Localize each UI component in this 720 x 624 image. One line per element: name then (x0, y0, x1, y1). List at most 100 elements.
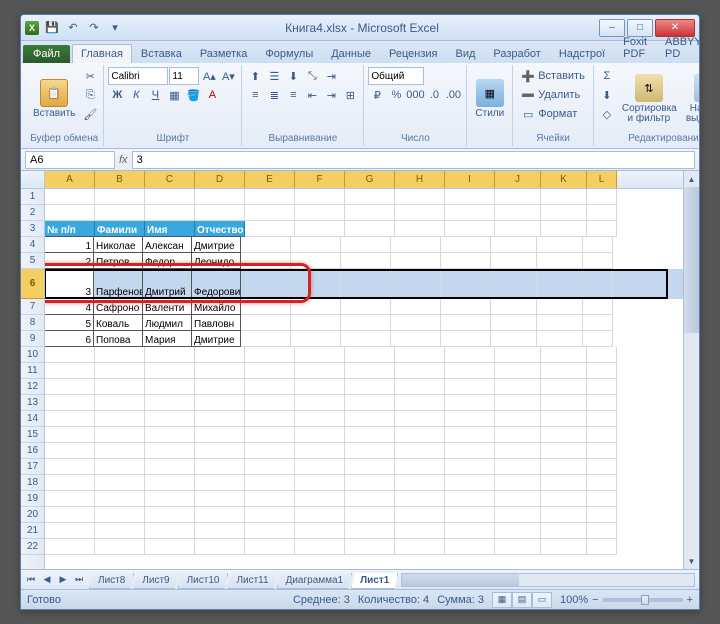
sheet-tab[interactable]: Лист8 (89, 573, 134, 589)
row-header[interactable]: 11 (21, 363, 44, 379)
cell[interactable] (445, 507, 495, 523)
cell[interactable] (583, 253, 613, 269)
cell[interactable]: Фамили (95, 221, 145, 237)
cell[interactable] (45, 523, 95, 539)
cell[interactable] (445, 491, 495, 507)
cell[interactable] (241, 315, 291, 331)
cell[interactable] (541, 347, 587, 363)
redo-icon[interactable]: ↷ (84, 18, 104, 38)
cell[interactable]: Отчество (195, 221, 245, 237)
cell[interactable] (95, 523, 145, 539)
cell[interactable]: Павловн (191, 314, 241, 331)
row-header[interactable]: 3 (21, 221, 44, 237)
cell[interactable] (345, 411, 395, 427)
cell[interactable] (587, 221, 617, 237)
cell[interactable]: Николае (93, 236, 143, 253)
formula-bar[interactable]: 3 (132, 151, 695, 169)
cell[interactable] (445, 475, 495, 491)
cell[interactable] (445, 443, 495, 459)
col-header[interactable]: A (45, 171, 95, 188)
cell[interactable] (45, 363, 95, 379)
cell[interactable] (45, 443, 95, 459)
cell[interactable] (495, 491, 541, 507)
cell[interactable] (95, 539, 145, 555)
cell[interactable] (491, 237, 537, 253)
horizontal-scrollbar[interactable] (401, 573, 695, 587)
cell[interactable] (345, 221, 395, 237)
cell[interactable] (295, 379, 345, 395)
insert-cells-button[interactable]: ➕Вставить (517, 67, 589, 85)
cell[interactable] (245, 347, 295, 363)
undo-icon[interactable]: ↶ (63, 18, 83, 38)
sheet-tab[interactable]: Лист11 (227, 573, 277, 589)
cell[interactable] (445, 427, 495, 443)
cell[interactable] (195, 459, 245, 475)
cell[interactable] (345, 427, 395, 443)
save-icon[interactable]: 💾 (42, 18, 62, 38)
cell[interactable] (295, 475, 345, 491)
cell[interactable] (541, 395, 587, 411)
cell[interactable] (441, 331, 491, 347)
cell[interactable]: Имя (145, 221, 195, 237)
cell[interactable] (391, 269, 441, 299)
cell[interactable] (537, 315, 583, 331)
cell[interactable] (445, 523, 495, 539)
cell[interactable] (391, 237, 441, 253)
cell[interactable] (295, 189, 345, 205)
col-header[interactable]: D (195, 171, 245, 188)
cell[interactable] (495, 459, 541, 475)
cell[interactable] (291, 331, 341, 347)
cell[interactable]: Федорович (191, 268, 241, 299)
cell[interactable] (391, 253, 441, 269)
cell[interactable] (341, 269, 391, 299)
cell[interactable] (587, 443, 617, 459)
cell[interactable] (395, 189, 445, 205)
cell[interactable] (45, 347, 95, 363)
fill-color-icon[interactable]: 🪣 (184, 86, 202, 104)
col-header[interactable]: G (345, 171, 395, 188)
cell[interactable] (295, 491, 345, 507)
col-header[interactable]: C (145, 171, 195, 188)
cell[interactable] (241, 253, 291, 269)
cell[interactable] (491, 315, 537, 331)
cell[interactable] (95, 347, 145, 363)
cell[interactable] (541, 205, 587, 221)
cell[interactable] (391, 315, 441, 331)
cell[interactable] (441, 253, 491, 269)
zoom-thumb[interactable] (641, 595, 649, 605)
border-icon[interactable]: ▦ (165, 86, 183, 104)
cell[interactable]: Парфенов (93, 268, 143, 299)
row-header[interactable]: 21 (21, 523, 44, 539)
cell[interactable] (95, 411, 145, 427)
cell[interactable] (95, 459, 145, 475)
cell[interactable] (291, 315, 341, 331)
name-box[interactable]: A6 (25, 151, 115, 169)
sheet-tab[interactable]: Лист9 (133, 573, 178, 589)
qat-dropdown-icon[interactable]: ▾ (105, 18, 125, 38)
cell[interactable] (445, 395, 495, 411)
cell[interactable] (537, 269, 583, 299)
cell[interactable] (491, 299, 537, 315)
font-color-icon[interactable]: A (203, 86, 221, 104)
orientation-icon[interactable]: ⤡ (303, 67, 321, 85)
cell[interactable] (45, 205, 95, 221)
row-header[interactable]: 7 (21, 299, 44, 315)
cell[interactable] (145, 459, 195, 475)
cell[interactable] (145, 379, 195, 395)
sheet-tab[interactable]: Лист10 (178, 573, 229, 589)
view-normal-icon[interactable]: ▦ (492, 592, 512, 608)
cell[interactable] (245, 459, 295, 475)
view-page-layout-icon[interactable]: ▤ (512, 592, 532, 608)
cell[interactable]: 6 (45, 330, 94, 347)
cell[interactable]: Попова (93, 330, 143, 347)
wrap-text-icon[interactable]: ⇥ (322, 67, 340, 85)
cell[interactable] (95, 491, 145, 507)
cell[interactable] (537, 331, 583, 347)
cell[interactable] (583, 269, 613, 299)
row-header[interactable]: 1 (21, 189, 44, 205)
row-header[interactable]: 16 (21, 443, 44, 459)
cell[interactable] (95, 443, 145, 459)
align-top-icon[interactable]: ⬆ (246, 67, 264, 85)
zoom-slider[interactable] (603, 598, 683, 602)
cell[interactable] (295, 347, 345, 363)
